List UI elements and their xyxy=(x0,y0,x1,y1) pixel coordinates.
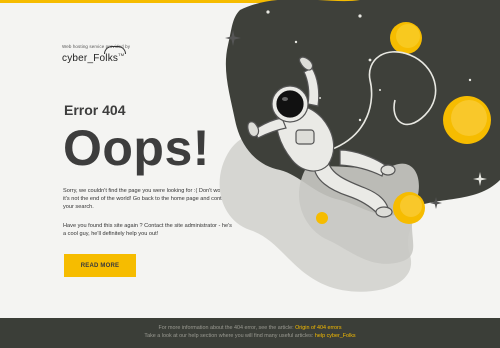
error-code: Error 404 xyxy=(64,102,126,118)
brand-block: Web hosting service provided by cyber_Fo… xyxy=(62,44,142,64)
brand-logo-text: cyber_Folks xyxy=(62,53,119,64)
origin-of-404-errors-link[interactable]: Origin of 404 errors xyxy=(295,325,341,331)
brand-caption: Web hosting service provided by xyxy=(62,44,131,49)
help-cyber-folks-link[interactable]: help cyber_Folks xyxy=(315,333,356,339)
page-footer: For more information about the 404 error… xyxy=(0,318,500,348)
astronaut-illustration xyxy=(219,0,500,292)
planet-icon-small xyxy=(316,212,328,224)
footer-line-1: For more information about the 404 error… xyxy=(0,325,500,333)
footer-line-2-text: Take a look at our help section where yo… xyxy=(144,332,314,339)
footer-line-2: Take a look at our help section where yo… xyxy=(0,333,500,341)
page-headline: Oops! xyxy=(63,120,210,176)
trademark-mark: TM xyxy=(118,52,125,57)
footer-line-1-text: For more information about the 404 error… xyxy=(158,325,294,331)
read-more-button[interactable]: READ MORE xyxy=(64,254,136,277)
brand-logo[interactable]: cyber_FolksTM xyxy=(62,52,124,64)
